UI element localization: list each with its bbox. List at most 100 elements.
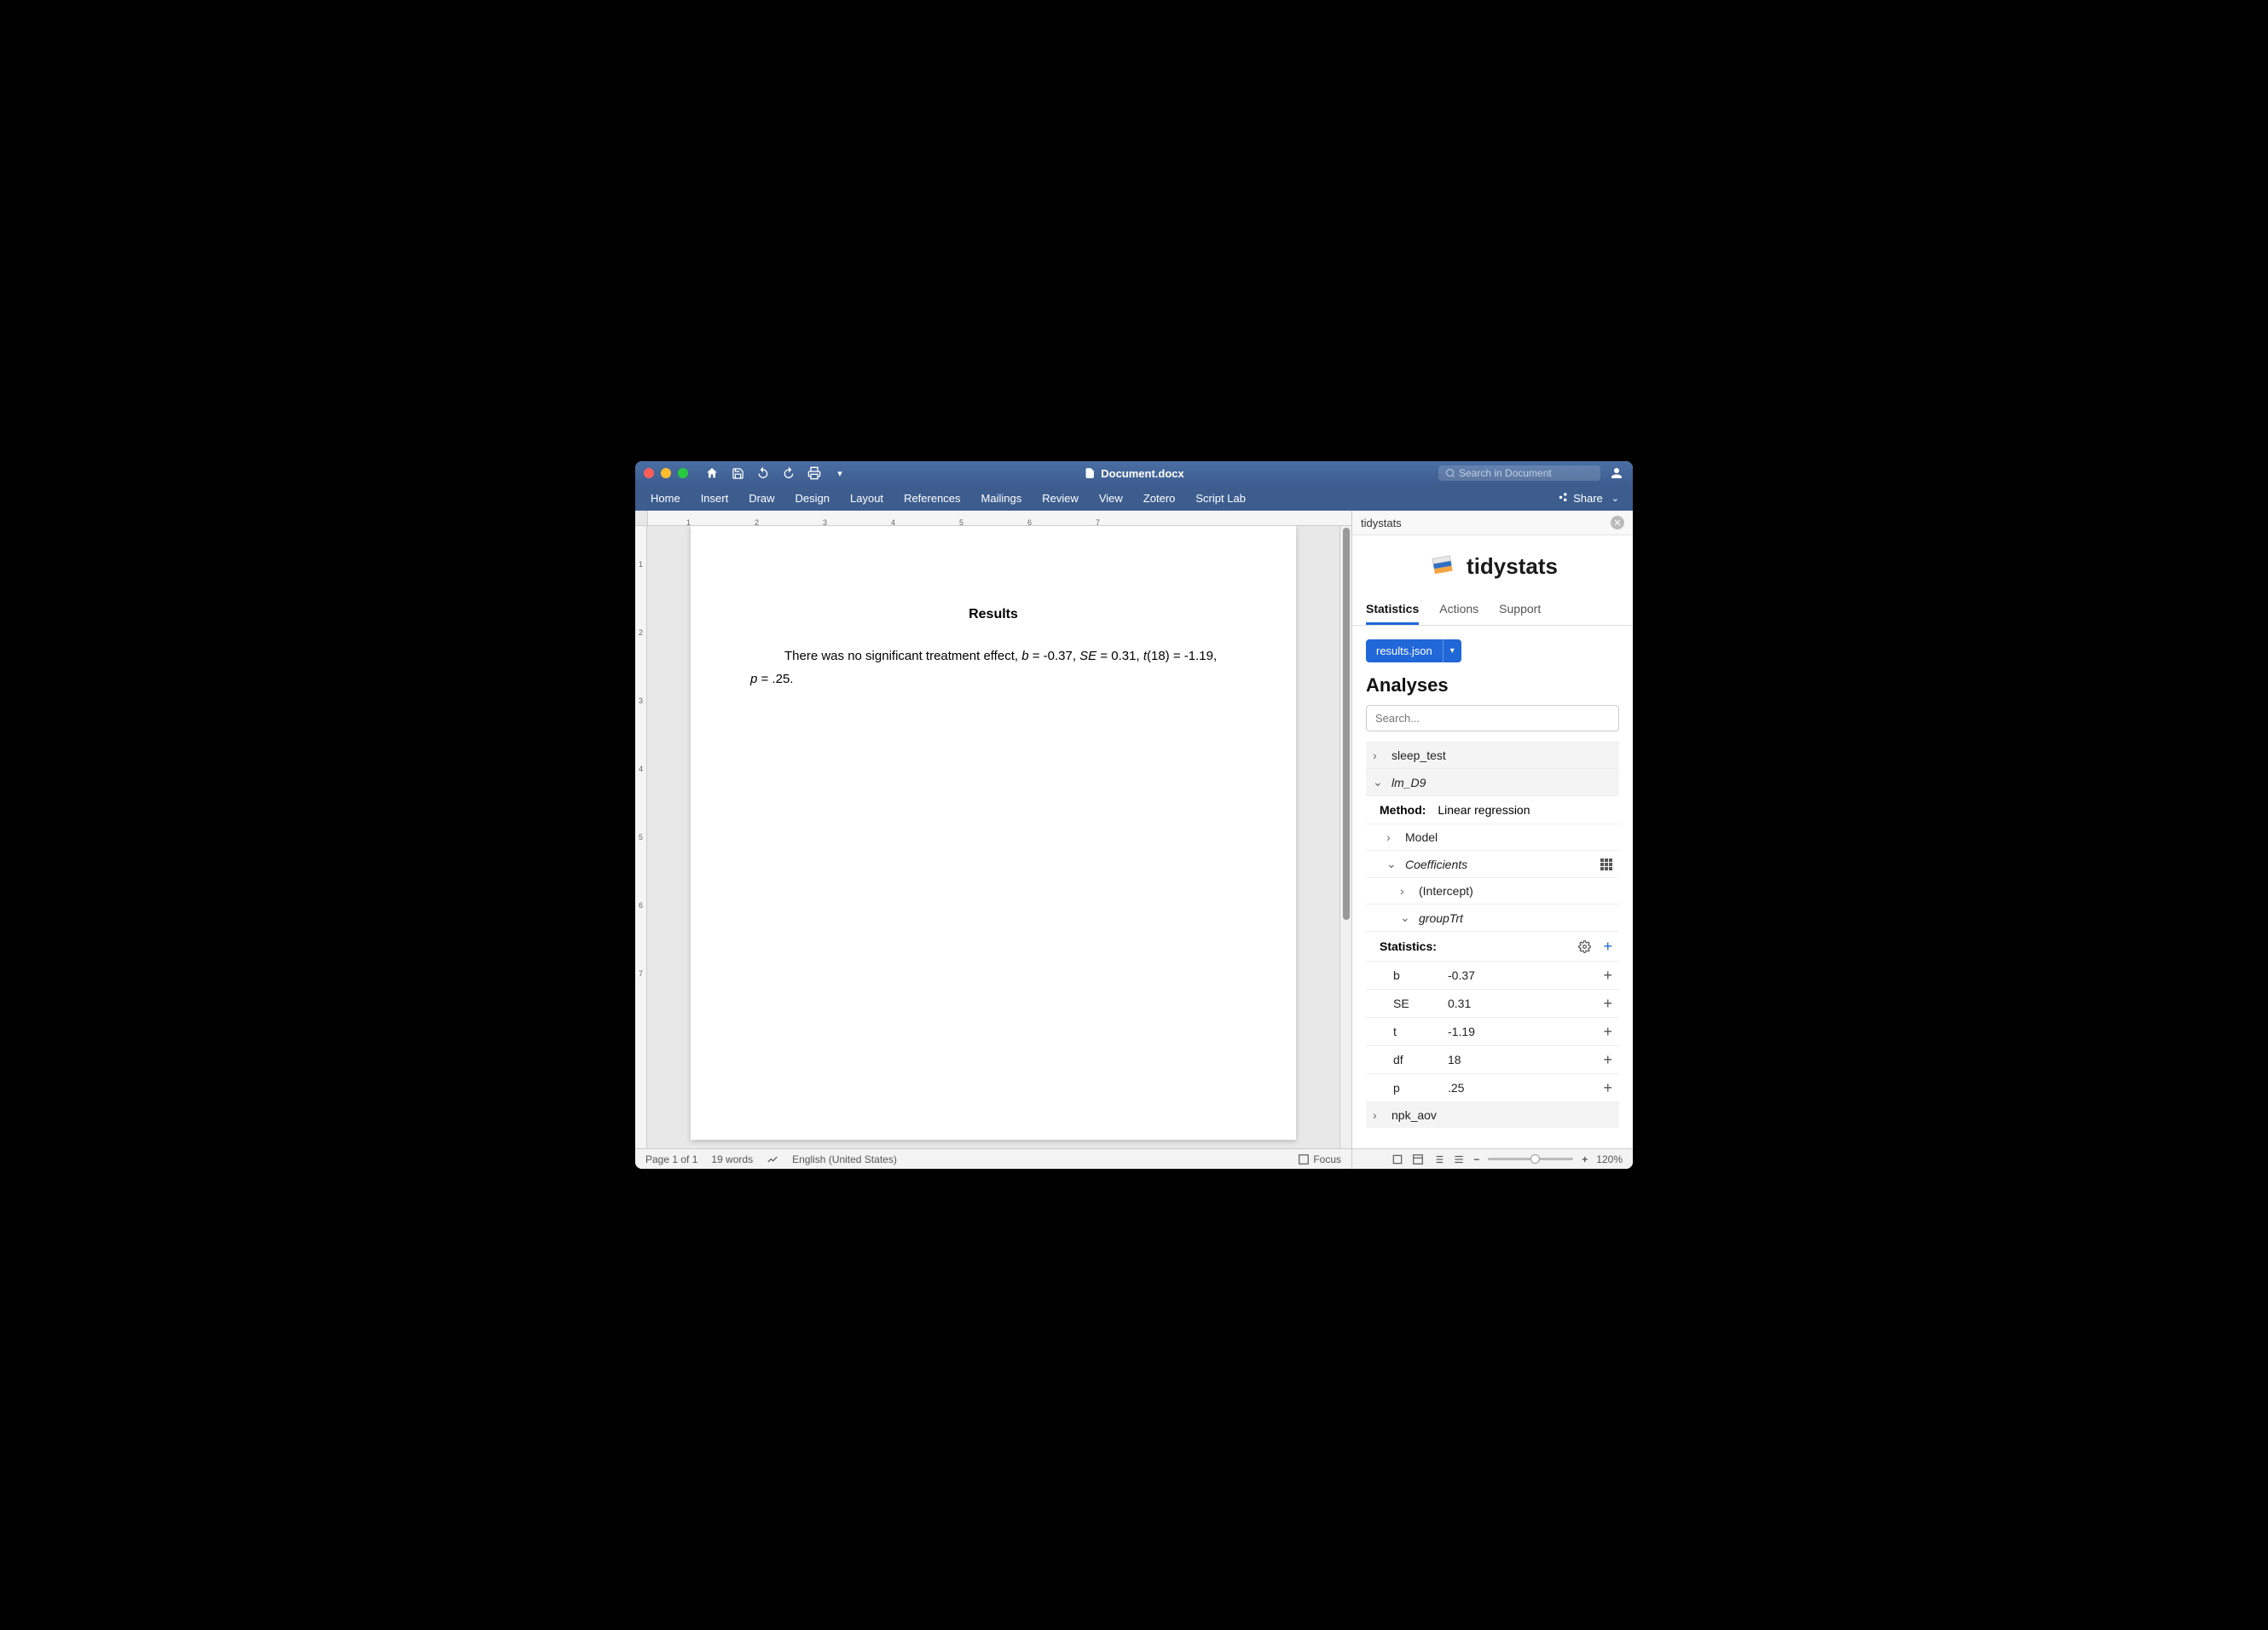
add-all-stats-button[interactable]: +	[1603, 939, 1612, 954]
panel-tab-actions[interactable]: Actions	[1439, 593, 1478, 625]
document-scroll: 1234567 Results There was no significant…	[635, 526, 1351, 1148]
stat-row-p: p .25 +	[1366, 1073, 1619, 1101]
focus-icon	[1298, 1153, 1310, 1165]
zoom-out-button[interactable]: −	[1473, 1153, 1479, 1165]
minimize-window-button[interactable]	[661, 468, 671, 478]
node-grouptrt[interactable]: ⌄ groupTrt	[1366, 904, 1619, 931]
account-icon[interactable]	[1609, 465, 1624, 481]
share-icon	[1558, 492, 1570, 504]
ribbon-collapse-icon[interactable]: ⌄	[1611, 493, 1619, 504]
chevron-right-icon: ›	[1386, 830, 1398, 844]
panel-tab-support[interactable]: Support	[1499, 593, 1541, 625]
file-dropdown-button[interactable]: ▾	[1443, 639, 1461, 662]
spellcheck-icon[interactable]	[767, 1153, 778, 1165]
titlebar: ▾ Document.docx Search in Document	[635, 461, 1633, 485]
stat-row-b: b -0.37 +	[1366, 961, 1619, 989]
analyses-heading: Analyses	[1366, 674, 1619, 697]
panel-title: tidystats	[1361, 517, 1402, 529]
view-outline-icon[interactable]	[1432, 1153, 1444, 1165]
stat-name: SE	[1393, 997, 1448, 1010]
add-stat-button[interactable]: +	[1603, 996, 1612, 1011]
panel-tab-statistics[interactable]: Statistics	[1366, 593, 1419, 625]
chevron-right-icon: ›	[1373, 1108, 1385, 1122]
page-indicator[interactable]: Page 1 of 1	[645, 1153, 697, 1165]
search-document-input[interactable]: Search in Document	[1438, 465, 1600, 481]
stat-name: b	[1393, 968, 1448, 982]
customize-qat-icon[interactable]: ▾	[833, 466, 847, 480]
node-coefficients[interactable]: ⌄ Coefficients	[1366, 850, 1619, 877]
tab-review[interactable]: Review	[1032, 487, 1089, 510]
panel-statusbar: − + 120%	[1352, 1148, 1633, 1169]
add-stat-button[interactable]: +	[1603, 1080, 1612, 1095]
analysis-sleep-test[interactable]: › sleep_test	[1366, 742, 1619, 768]
stat-value: 0.31	[1448, 997, 1603, 1010]
tab-script-lab[interactable]: Script Lab	[1185, 487, 1256, 510]
view-print-icon[interactable]	[1391, 1153, 1403, 1165]
print-icon[interactable]	[807, 466, 821, 480]
undo-icon[interactable]	[756, 466, 770, 480]
document-page[interactable]: Results There was no significant treatme…	[691, 526, 1296, 1140]
panel-logo: tidystats	[1352, 535, 1633, 593]
body-paragraph-2: p = .25.	[750, 668, 1236, 691]
tab-draw[interactable]: Draw	[738, 487, 784, 510]
maximize-window-button[interactable]	[678, 468, 688, 478]
horizontal-ruler[interactable]	[635, 511, 1351, 526]
redo-icon[interactable]	[782, 466, 796, 480]
analysis-lm-d9[interactable]: ⌄ lm_D9	[1366, 768, 1619, 795]
method-value: Linear regression	[1438, 803, 1530, 817]
panel-close-button[interactable]: ✕	[1611, 516, 1624, 529]
share-button[interactable]: Share	[1558, 492, 1603, 505]
statistics-header: Statistics: +	[1366, 931, 1619, 961]
zoom-thumb[interactable]	[1530, 1154, 1540, 1164]
grid-icon[interactable]	[1600, 858, 1612, 870]
stat-name: p	[1393, 1081, 1448, 1095]
zoom-in-button[interactable]: +	[1582, 1153, 1588, 1165]
node-intercept[interactable]: › (Intercept)	[1366, 877, 1619, 904]
node-model[interactable]: › Model	[1366, 824, 1619, 850]
view-web-icon[interactable]	[1412, 1153, 1424, 1165]
tab-home[interactable]: Home	[640, 487, 691, 510]
main-area: 1234567 Results There was no significant…	[635, 511, 1633, 1169]
analyses-search-input[interactable]	[1366, 705, 1619, 731]
tab-zotero[interactable]: Zotero	[1133, 487, 1186, 510]
word-count[interactable]: 19 words	[711, 1153, 753, 1165]
chevron-right-icon: ›	[1400, 884, 1412, 898]
close-window-button[interactable]	[644, 468, 654, 478]
zoom-level[interactable]: 120%	[1596, 1153, 1623, 1165]
page-wrap: Results There was no significant treatme…	[647, 526, 1339, 1148]
analysis-npk-aov[interactable]: › npk_aov	[1366, 1101, 1619, 1128]
tab-design[interactable]: Design	[785, 487, 840, 510]
tab-view[interactable]: View	[1089, 487, 1133, 510]
language-indicator[interactable]: English (United States)	[792, 1153, 897, 1165]
add-stat-button[interactable]: +	[1603, 1024, 1612, 1039]
add-stat-button[interactable]: +	[1603, 968, 1612, 983]
stat-name: t	[1393, 1025, 1448, 1038]
panel-logo-text: tidystats	[1467, 553, 1558, 580]
gear-icon[interactable]	[1578, 940, 1591, 953]
file-button[interactable]: results.json	[1366, 639, 1443, 662]
vertical-ruler[interactable]: 1234567	[635, 526, 647, 1148]
titlebar-right: Search in Document	[1438, 465, 1624, 481]
tab-mailings[interactable]: Mailings	[971, 487, 1033, 510]
scroll-thumb[interactable]	[1343, 528, 1350, 920]
addin-panel: tidystats ✕ tidystats Statistics Actions…	[1351, 511, 1633, 1169]
vertical-scrollbar[interactable]	[1339, 526, 1351, 1148]
stat-value: -1.19	[1448, 1025, 1603, 1038]
tidystats-logo-icon	[1427, 551, 1458, 581]
add-stat-button[interactable]: +	[1603, 1052, 1612, 1067]
body-paragraph: There was no significant treatment effec…	[750, 644, 1236, 668]
file-button-group: results.json ▾	[1366, 639, 1461, 662]
chevron-down-icon: ⌄	[1373, 775, 1385, 789]
view-draft-icon[interactable]	[1453, 1153, 1465, 1165]
tab-layout[interactable]: Layout	[840, 487, 894, 510]
chevron-right-icon: ›	[1373, 749, 1385, 762]
focus-mode-button[interactable]: Focus	[1298, 1153, 1341, 1165]
save-icon[interactable]	[731, 466, 744, 480]
tab-insert[interactable]: Insert	[691, 487, 739, 510]
stat-row-df: df 18 +	[1366, 1045, 1619, 1073]
zoom-slider[interactable]	[1488, 1158, 1573, 1160]
home-icon[interactable]	[705, 466, 719, 480]
tab-references[interactable]: References	[894, 487, 970, 510]
stat-name: df	[1393, 1053, 1448, 1066]
app-window: ▾ Document.docx Search in Document Home …	[635, 461, 1633, 1169]
